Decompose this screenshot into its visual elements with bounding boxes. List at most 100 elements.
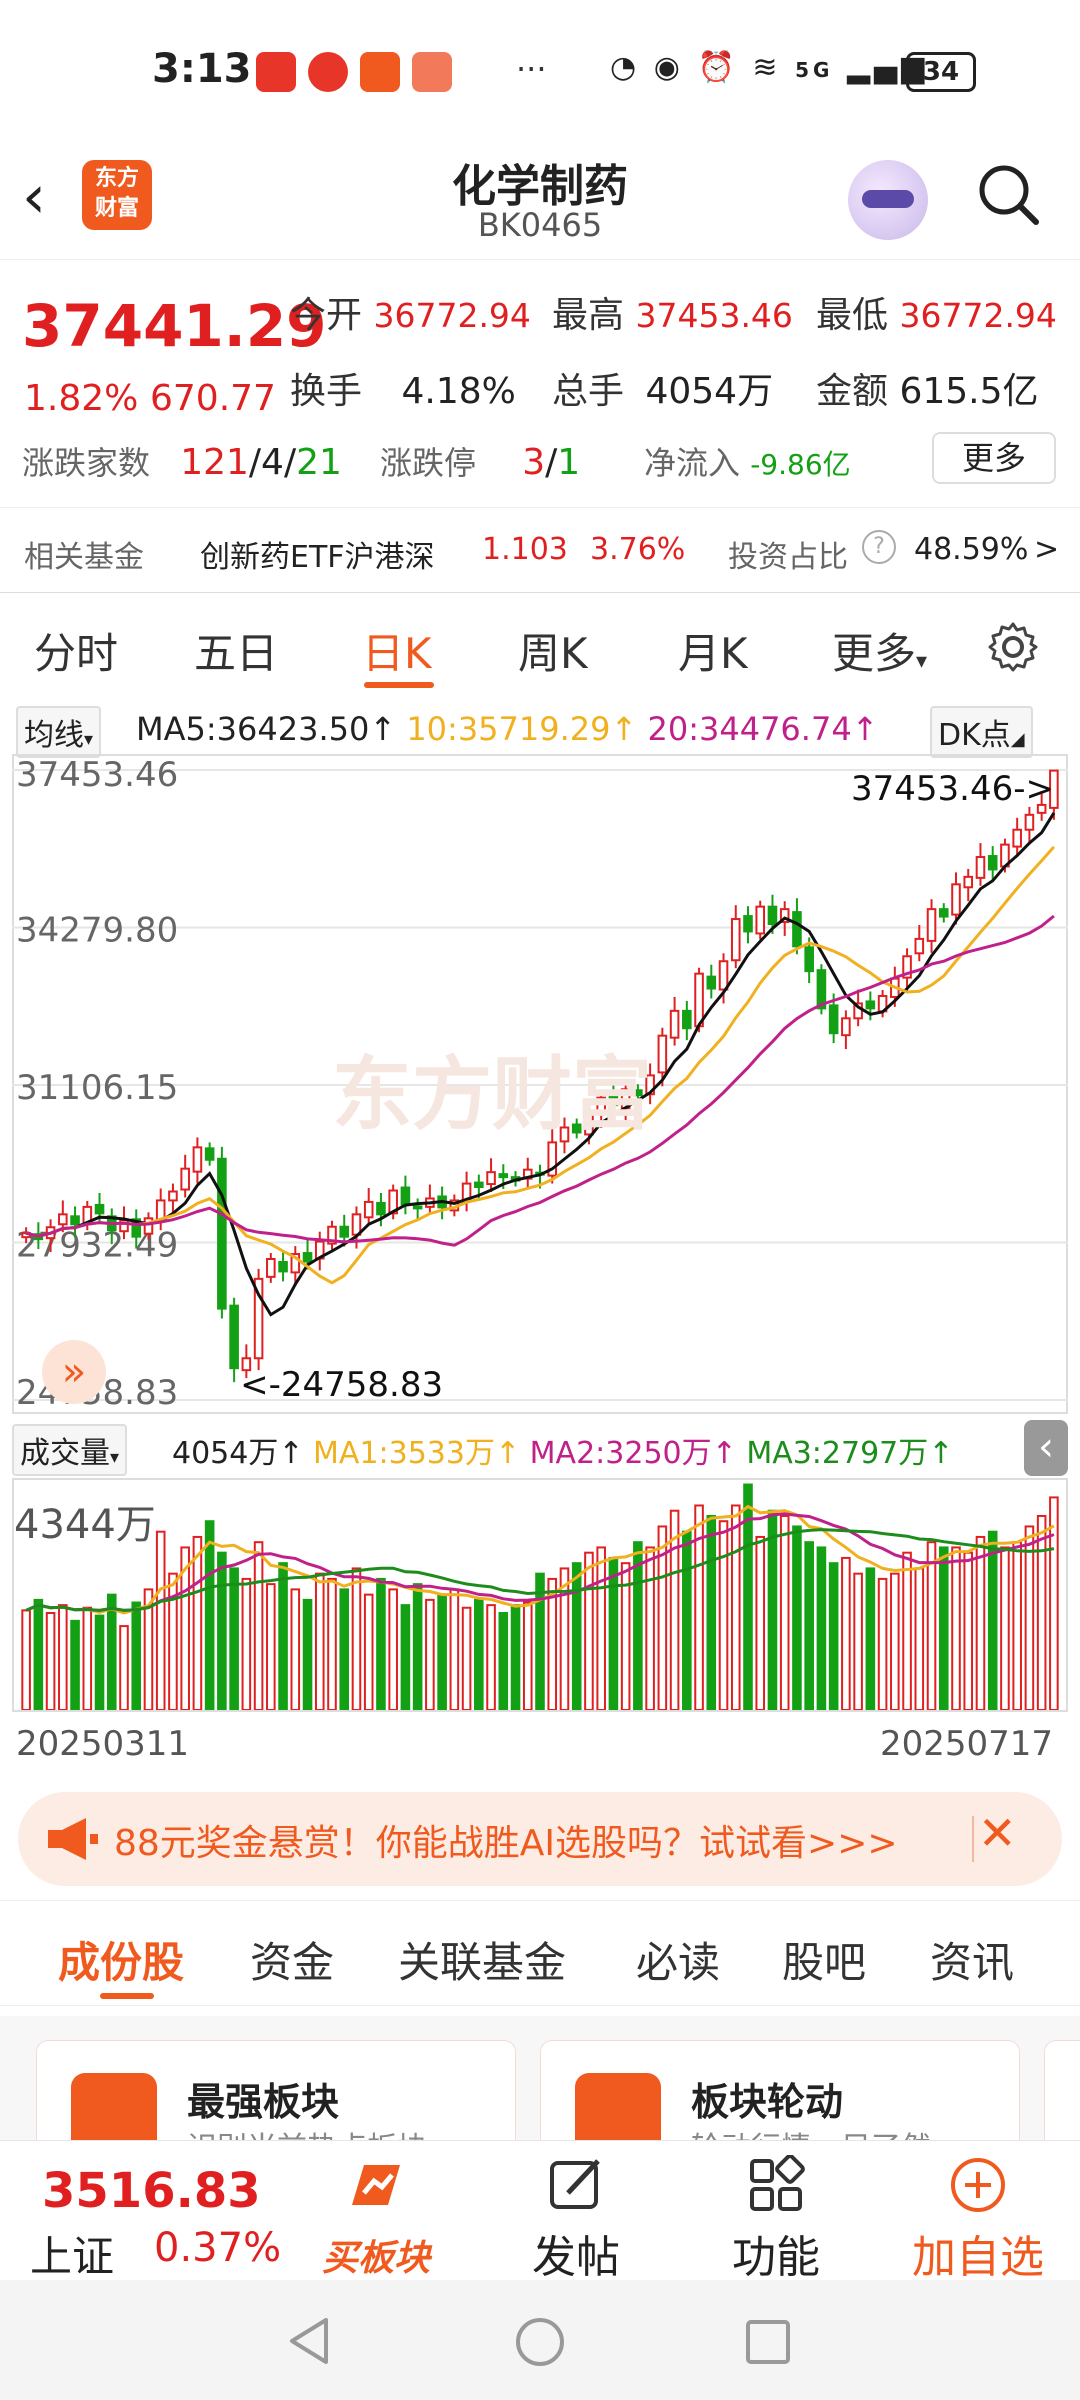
card-next[interactable] (1044, 2040, 1080, 2140)
y-tick-label: 34279.80 (16, 911, 178, 951)
index-pct: 0.37% (154, 2225, 282, 2271)
ai-assistant-avatar[interactable] (848, 160, 928, 240)
y-tick-label: 31106.15 (16, 1068, 178, 1108)
min-price-annotation: <-24758.83 (240, 1365, 443, 1405)
candle-body (474, 1181, 484, 1189)
card-subtitle: 轮动行情一目了然 (691, 2123, 931, 2140)
dropdown-icon: ▾ (110, 1447, 120, 1468)
indicator-selector[interactable]: 均线▾ (16, 706, 102, 758)
volume-bar (425, 1598, 435, 1710)
gear-icon[interactable] (986, 620, 1040, 674)
max-price-annotation: 37453.46-> (851, 769, 1054, 809)
app-notification-icon (360, 52, 400, 92)
candle-body (70, 1215, 80, 1226)
active-tab-indicator (100, 1993, 154, 1999)
tab-five-day[interactable]: 五日 (194, 620, 278, 681)
volume-bar (131, 1601, 142, 1710)
app-notification-icon (412, 52, 452, 92)
volume-bar (877, 1577, 888, 1710)
volume-bar (792, 1525, 802, 1710)
nav-home-icon[interactable] (514, 2316, 566, 2368)
tab-constituents[interactable]: 成份股 (58, 1929, 184, 1990)
page-header: ‹ 东方 财富 化学制药 BK0465 (0, 140, 1080, 260)
ratio-label: 投资占比 (728, 540, 848, 575)
close-icon[interactable]: ✕ (978, 1806, 1017, 1860)
candle-body (730, 918, 741, 962)
tab-related-funds[interactable]: 关联基金 (398, 1929, 566, 1990)
volume-bar (755, 1535, 766, 1710)
promo-text: 88元奖金悬赏！你能战胜AI选股吗？试试看>>> (114, 1823, 898, 1864)
wifi-icon: ≋ (752, 50, 782, 85)
tab-monthly-k[interactable]: 月K (678, 620, 748, 681)
open-label: 今开 (290, 295, 363, 336)
watermark: 东方财富 (332, 1048, 652, 1141)
volume-bar (363, 1593, 374, 1710)
tab-more[interactable]: 更多▾ (832, 620, 927, 681)
y-tick-label: 37453.46 (16, 756, 178, 795)
volume-bar (841, 1556, 851, 1710)
tab-intraday[interactable]: 分时 (34, 620, 118, 681)
candle-body (1024, 813, 1035, 831)
volume-bar (1012, 1541, 1022, 1710)
volume-max-label: 4344万 (14, 1502, 156, 1548)
tab-news[interactable]: 资讯 (930, 1929, 1014, 1990)
tab-must-read[interactable]: 必读 (636, 1929, 720, 1990)
volume-bar (718, 1520, 729, 1710)
more-button[interactable]: 更多 (932, 432, 1056, 484)
volume-bar (694, 1504, 704, 1710)
nav-back-icon[interactable] (286, 2316, 332, 2366)
volume-bar (314, 1572, 325, 1710)
candle-body (204, 1147, 215, 1161)
tab-daily-k[interactable]: 日K (362, 620, 432, 681)
tab-funds-flow[interactable]: 资金 (250, 1929, 334, 1990)
promo-banner[interactable]: 88元奖金悬赏！你能战胜AI选股吗？试试看>>> ✕ (18, 1792, 1062, 1886)
volume-selector-label: 成交量 (20, 1436, 110, 1471)
expand-icon[interactable]: » (42, 1340, 106, 1404)
help-icon[interactable]: ? (862, 530, 896, 564)
related-fund-pct: 3.76% (590, 532, 686, 567)
system-icons: ◔ ◉ ⏰ ≋ 5G ▂▄▆ (610, 50, 928, 85)
volume-bar (400, 1604, 411, 1710)
megaphone-icon (48, 1818, 98, 1860)
ma5-value: MA5:36423.50↑ (136, 710, 397, 748)
dk-point-button[interactable]: DK点◢ (930, 706, 1033, 758)
volume-bar (45, 1611, 56, 1710)
volume-bar (865, 1567, 876, 1710)
volume-bar (571, 1562, 582, 1710)
volume-chart[interactable] (12, 1470, 1068, 1710)
candle-body (339, 1225, 350, 1238)
tab-weekly-k[interactable]: 周K (518, 620, 588, 681)
volume-bar (1024, 1525, 1035, 1710)
volume-bar (241, 1577, 252, 1710)
index-price: 3516.83 (42, 2163, 261, 2219)
candle-body (266, 1258, 276, 1278)
volume-bar (890, 1572, 900, 1710)
system-nav-bar (0, 2280, 1080, 2400)
volume-selector[interactable]: 成交量▾ (12, 1424, 128, 1476)
card-strongest-sector[interactable]: 最强板块 识别当前热点板块 (36, 2040, 516, 2140)
buy-sector-label: 买板块 (321, 2238, 430, 2279)
volume-bar (155, 1530, 166, 1710)
plus-circle-icon (951, 2158, 1005, 2212)
volume-bar (963, 1551, 974, 1710)
bottom-toolbar: 3516.83 上证 0.37% 买板块 发帖 功能 加自选 (0, 2140, 1080, 2283)
volume-bar (522, 1601, 533, 1710)
candle-body (841, 1017, 851, 1037)
tab-forum[interactable]: 股吧 (782, 1929, 866, 1990)
collapse-panel-button[interactable]: ‹ (1024, 1420, 1068, 1476)
nav-recents-icon[interactable] (744, 2318, 792, 2366)
search-icon[interactable] (976, 162, 1042, 228)
updown-label: 涨跌家数 (22, 444, 151, 482)
related-fund-name: 创新药ETF沪港深 (200, 540, 435, 575)
card-sector-rotation[interactable]: 板块轮动 轮动行情一目了然 (540, 2040, 1020, 2140)
volume-bar (1036, 1514, 1047, 1710)
volume-bar (510, 1604, 521, 1710)
amount-value: 615.5亿 (899, 371, 1039, 412)
volume-bar (706, 1514, 717, 1710)
netflow-value: -9.86亿 (750, 448, 851, 481)
feature-cards: 最强板块 识别当前热点板块 板块轮动 轮动行情一目了然 (0, 2016, 1080, 2140)
separator: / (248, 442, 262, 483)
candle-body (302, 1252, 313, 1263)
x-end-date: 20250717 (880, 1724, 1054, 1764)
related-fund-row[interactable]: 相关基金 创新药ETF沪港深 1.103 3.76% 投资占比 ? 48.59%… (0, 507, 1080, 593)
